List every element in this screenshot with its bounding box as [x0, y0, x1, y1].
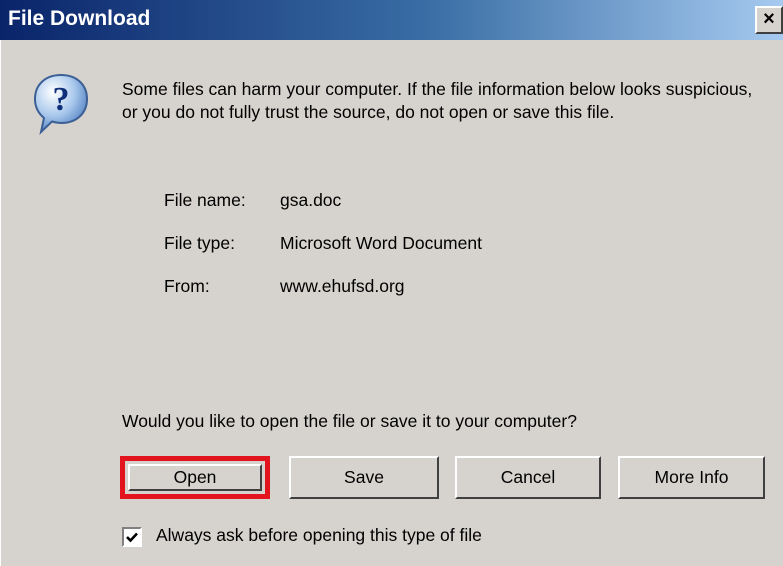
file-type-value: Microsoft Word Document [280, 233, 482, 253]
question-mark-icon: ? [33, 73, 89, 135]
svg-text:?: ? [53, 81, 70, 118]
close-icon: × [763, 8, 775, 30]
file-name-label: File name: [164, 190, 246, 210]
close-button[interactable]: × [755, 6, 783, 34]
window-title: File Download [8, 7, 151, 30]
file-name-value: gsa.doc [280, 190, 342, 210]
always-ask-label[interactable]: Always ask before opening this type of f… [156, 525, 482, 546]
cancel-button[interactable]: Cancel [455, 456, 601, 499]
save-button[interactable]: Save [289, 456, 439, 499]
warning-message: Some files can harm your computer. If th… [122, 79, 753, 122]
open-button[interactable]: Open [120, 456, 270, 499]
from-label: From: [164, 276, 210, 296]
from-value: www.ehufsd.org [280, 276, 405, 296]
checkmark-icon [126, 532, 138, 543]
title-bar[interactable]: File Download × [0, 0, 783, 40]
file-type-label: File type: [164, 233, 235, 253]
open-save-prompt: Would you like to open the file or save … [122, 411, 577, 431]
open-button-label: Open [173, 467, 217, 487]
file-download-dialog: File Download × ? Some files can harm yo… [0, 0, 783, 566]
always-ask-checkbox[interactable] [122, 527, 142, 547]
more-info-button[interactable]: More Info [618, 456, 765, 499]
dialog-border [0, 40, 1, 566]
